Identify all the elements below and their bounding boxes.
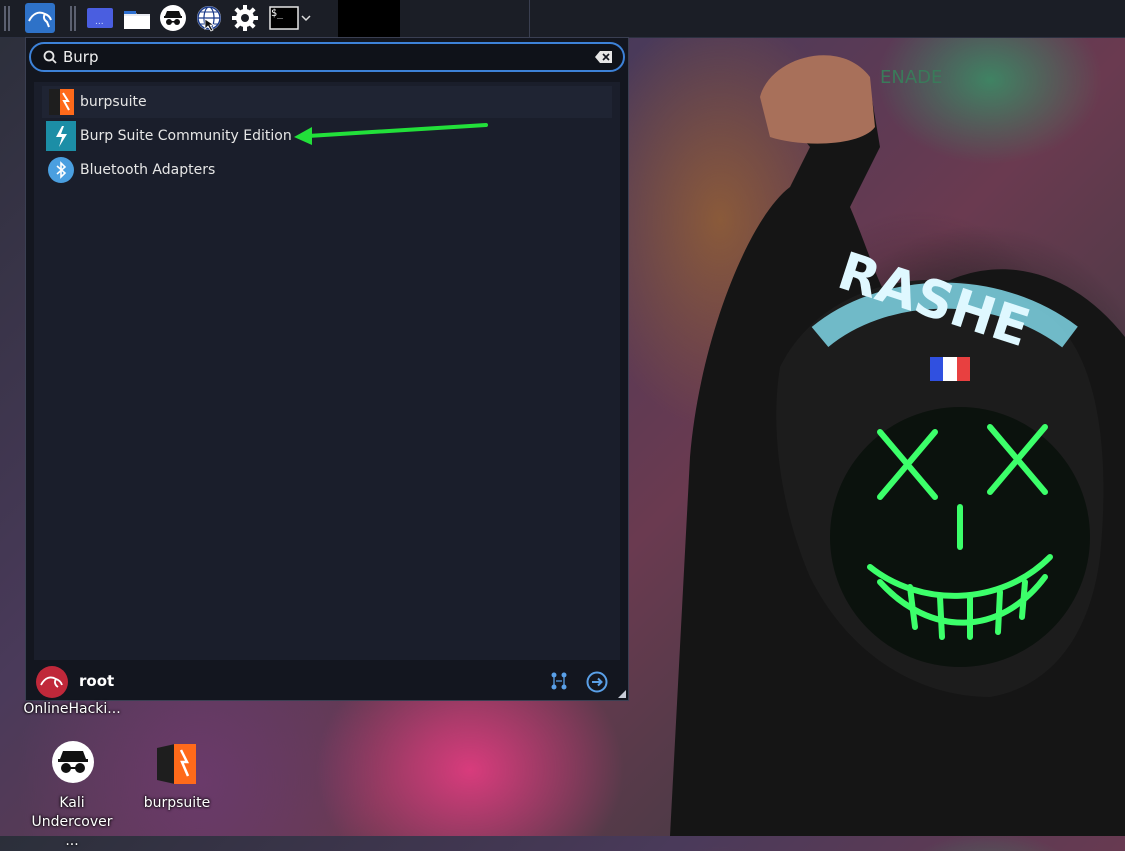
panel-grip-2[interactable]	[70, 6, 76, 31]
search-results: burpsuite Burp Suite Community Edition B…	[34, 82, 620, 660]
resize-handle[interactable]	[618, 690, 626, 698]
network-icon[interactable]	[549, 671, 569, 691]
undercover-icon	[52, 741, 94, 783]
panel-grip[interactable]	[4, 6, 10, 31]
launcher-footer: root	[26, 664, 628, 700]
search-icon	[43, 50, 57, 64]
desktop-icon-label[interactable]: OnlineHacki...	[20, 700, 124, 719]
search-box[interactable]	[29, 42, 625, 72]
chevron-down-icon[interactable]	[301, 14, 311, 22]
terminal-button[interactable]: $_	[265, 3, 315, 33]
search-input[interactable]	[63, 46, 583, 68]
result-bluetooth[interactable]: Bluetooth Adapters	[42, 154, 612, 186]
burpsuite-icon	[46, 87, 76, 117]
result-label: Bluetooth Adapters	[80, 162, 216, 178]
result-burpsuite[interactable]: burpsuite	[42, 86, 612, 118]
kali-dragon-icon	[40, 676, 63, 688]
top-panel: ... $_	[0, 0, 1125, 38]
web-browser-button[interactable]	[194, 3, 224, 33]
web-browser-icon	[197, 6, 221, 32]
workspace-icon: ...	[87, 8, 113, 28]
undercover-icon	[160, 5, 186, 31]
taskbar-window-button[interactable]	[338, 0, 400, 37]
undercover-button[interactable]	[158, 3, 188, 33]
user-name: root	[79, 672, 115, 690]
svg-text:...: ...	[95, 17, 104, 27]
result-label: burpsuite	[80, 94, 147, 110]
workspace-button[interactable]: ...	[85, 3, 115, 33]
result-label: Burp Suite Community Edition	[80, 128, 292, 144]
sign-text: ENADE	[880, 67, 942, 88]
desktop-icon-undercover[interactable]	[51, 740, 95, 788]
annotation-arrow	[294, 123, 488, 145]
wallpaper-figure: RASHE ENADE	[670, 55, 1125, 836]
burpsuite-icon	[157, 744, 196, 784]
logout-icon[interactable]	[586, 671, 608, 693]
desktop-icon-burpsuite[interactable]	[154, 742, 198, 788]
desktop-icon-label[interactable]: burpsuite	[136, 794, 218, 813]
avatar[interactable]	[36, 666, 68, 698]
file-manager-button[interactable]	[122, 3, 152, 33]
kali-menu-button[interactable]	[25, 3, 55, 33]
terminal-glyph: $_	[271, 8, 284, 19]
panel-separator	[529, 0, 530, 37]
desktop-icon-label[interactable]: Kali Undercover ...	[30, 794, 114, 851]
settings-button[interactable]	[230, 3, 260, 33]
bluetooth-icon	[46, 155, 76, 185]
kali-menu-icon	[28, 11, 52, 28]
clear-search-icon[interactable]	[595, 50, 613, 64]
file-manager-icon	[124, 11, 150, 29]
burp-community-icon	[46, 121, 76, 151]
settings-icon	[232, 5, 258, 31]
